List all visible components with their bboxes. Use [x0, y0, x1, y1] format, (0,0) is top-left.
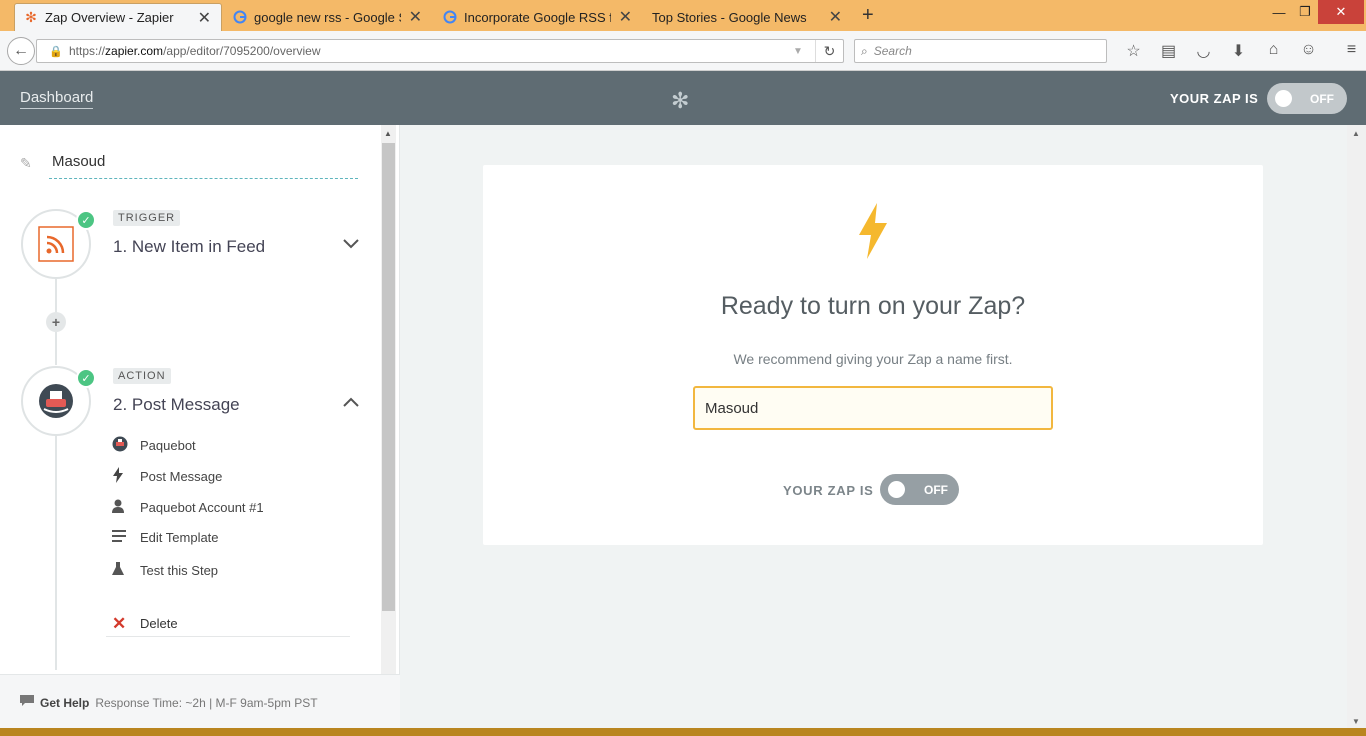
- reload-icon[interactable]: ↻: [815, 40, 843, 62]
- paquebot-app-icon: [39, 384, 73, 418]
- chat-bubble-icon: [20, 695, 34, 710]
- chevron-down-icon[interactable]: [342, 237, 360, 253]
- delete-step-button[interactable]: ✕ Delete: [106, 611, 350, 637]
- google-favicon-icon: [232, 9, 248, 25]
- toggle-state-label: OFF: [1310, 92, 1334, 106]
- tab-google-rss[interactable]: google new rss - Google S... ✕: [224, 3, 432, 31]
- toggle-state-label: OFF: [924, 483, 948, 497]
- tab-title: Incorporate Google RSS fe...: [464, 9, 611, 25]
- turn-on-zap-card: Ready to turn on your Zap? We recommend …: [483, 165, 1263, 545]
- close-tab-icon[interactable]: ✕: [198, 8, 211, 28]
- help-bar: Get Help Response Time: ~2h | M-F 9am-5p…: [0, 674, 400, 736]
- tab-incorporate-rss[interactable]: Incorporate Google RSS fe... ✕: [434, 3, 642, 31]
- address-bar[interactable]: 🔒 https://zapier.com/app/editor/7095200/…: [36, 39, 844, 63]
- url-dropdown-icon[interactable]: ▼: [793, 46, 815, 57]
- main-scrollbar[interactable]: ▲ ▼: [1347, 125, 1366, 736]
- reading-list-icon[interactable]: ▤: [1151, 41, 1186, 61]
- action-badge: ACTION: [113, 368, 171, 384]
- browser-nav-bar: ← 🔒 https://zapier.com/app/editor/709520…: [0, 31, 1366, 71]
- zap-name-input[interactable]: [693, 386, 1053, 430]
- substep-label: Paquebot Account #1: [140, 500, 264, 515]
- substep-label: Paquebot: [140, 438, 196, 453]
- step-connector-line: [55, 400, 57, 670]
- pocket-icon[interactable]: ◡: [1186, 41, 1221, 61]
- user-icon: [112, 499, 140, 516]
- browser-tab-bar: ✻ Zap Overview - Zapier ✕ google new rss…: [0, 0, 1366, 31]
- card-title: Ready to turn on your Zap?: [720, 292, 1026, 320]
- step-complete-check-icon: ✓: [76, 368, 96, 388]
- zap-status-label: YOUR ZAP IS: [783, 483, 874, 498]
- tab-title: Top Stories - Google News: [652, 9, 807, 25]
- zapier-logo-icon[interactable]: ✻: [671, 88, 689, 114]
- minimize-window-icon[interactable]: —: [1266, 0, 1292, 24]
- lightning-bolt-icon: [483, 203, 1263, 264]
- substep-choose-account[interactable]: Paquebot Account #1: [112, 499, 264, 516]
- substep-label: Test this Step: [140, 563, 219, 578]
- os-taskbar: [0, 728, 1366, 736]
- new-tab-icon[interactable]: +: [862, 4, 874, 27]
- search-placeholder: Search: [873, 44, 912, 58]
- close-tab-icon[interactable]: ✕: [409, 7, 422, 27]
- scroll-up-arrow-icon[interactable]: ▲: [384, 129, 392, 138]
- paquebot-app-icon: [112, 436, 140, 455]
- app-header: Dashboard ✻ YOUR ZAP IS OFF: [0, 71, 1366, 125]
- toggle-knob: [888, 481, 905, 498]
- substep-test-step[interactable]: Test this Step: [112, 562, 218, 579]
- url-text: https://zapier.com/app/editor/7095200/ov…: [69, 44, 321, 58]
- back-arrow-icon[interactable]: ←: [7, 37, 35, 65]
- zapier-favicon-icon: ✻: [25, 9, 37, 25]
- trigger-badge: TRIGGER: [113, 210, 181, 226]
- chevron-up-icon[interactable]: [342, 395, 360, 411]
- close-tab-icon[interactable]: ✕: [619, 7, 632, 27]
- download-icon[interactable]: ⬇: [1221, 41, 1256, 61]
- hello-chat-icon[interactable]: ☺: [1291, 41, 1326, 61]
- sidebar-scrollbar[interactable]: ▲: [381, 125, 396, 674]
- toggle-knob: [1275, 90, 1292, 107]
- zap-status-label: YOUR ZAP IS: [1170, 91, 1259, 106]
- step-complete-check-icon: ✓: [76, 210, 96, 230]
- add-step-plus-icon[interactable]: +: [46, 312, 66, 332]
- substep-label: Post Message: [140, 469, 223, 484]
- substep-edit-template[interactable]: Edit Template: [112, 530, 219, 545]
- search-input[interactable]: ⌕ Search: [854, 39, 1107, 63]
- tab-title: Zap Overview - Zapier: [45, 10, 174, 25]
- scrollbar-thumb[interactable]: [382, 143, 395, 611]
- card-subtitle: We recommend giving your Zap a name firs…: [733, 351, 1013, 367]
- close-window-icon[interactable]: ✕: [1318, 0, 1364, 24]
- trigger-step-title[interactable]: 1. New Item in Feed: [113, 237, 265, 257]
- scroll-down-arrow-icon[interactable]: ▼: [1352, 717, 1360, 726]
- rss-icon: [38, 226, 74, 262]
- tab-title: google new rss - Google S...: [254, 9, 401, 25]
- google-favicon-icon: [442, 9, 458, 25]
- delete-label: Delete: [140, 616, 178, 631]
- action-step-title[interactable]: 2. Post Message: [113, 395, 240, 415]
- response-time-text: Response Time: ~2h | M-F 9am-5pm PST: [95, 695, 318, 710]
- lock-icon: 🔒: [49, 45, 63, 58]
- flask-icon: [112, 562, 140, 579]
- tab-zap-overview[interactable]: ✻ Zap Overview - Zapier ✕: [14, 3, 222, 31]
- tab-top-stories[interactable]: Top Stories - Google News ✕: [644, 3, 852, 31]
- delete-x-icon: ✕: [112, 613, 127, 633]
- zap-editor-sidebar: ✎ Masoud ✓ TRIGGER 1. New Item in Feed +…: [0, 125, 400, 736]
- zap-name-field[interactable]: Masoud: [49, 153, 358, 179]
- menu-hamburger-icon[interactable]: ≡: [1334, 41, 1366, 61]
- get-help-link[interactable]: Get Help: [40, 696, 89, 710]
- restore-window-icon[interactable]: ❐: [1292, 0, 1318, 24]
- substep-choose-app[interactable]: Paquebot: [112, 436, 196, 455]
- home-icon[interactable]: ⌂: [1256, 41, 1291, 61]
- browser-toolbar-icons: ☆ ▤ ◡ ⬇ ⌂ ☺ ≡: [1116, 41, 1366, 61]
- substep-label: Edit Template: [140, 530, 219, 545]
- close-tab-icon[interactable]: ✕: [829, 7, 842, 27]
- search-icon: ⌕: [861, 43, 868, 58]
- scroll-up-arrow-icon[interactable]: ▲: [1352, 129, 1360, 138]
- zap-onoff-toggle[interactable]: OFF: [880, 474, 959, 505]
- bookmark-star-icon[interactable]: ☆: [1116, 41, 1151, 61]
- pencil-icon: ✎: [20, 155, 32, 171]
- bolt-icon: [112, 467, 140, 486]
- list-icon: [112, 530, 140, 545]
- substep-choose-action[interactable]: Post Message: [112, 467, 222, 486]
- dashboard-link[interactable]: Dashboard: [20, 89, 94, 109]
- zap-onoff-toggle[interactable]: OFF: [1267, 83, 1347, 114]
